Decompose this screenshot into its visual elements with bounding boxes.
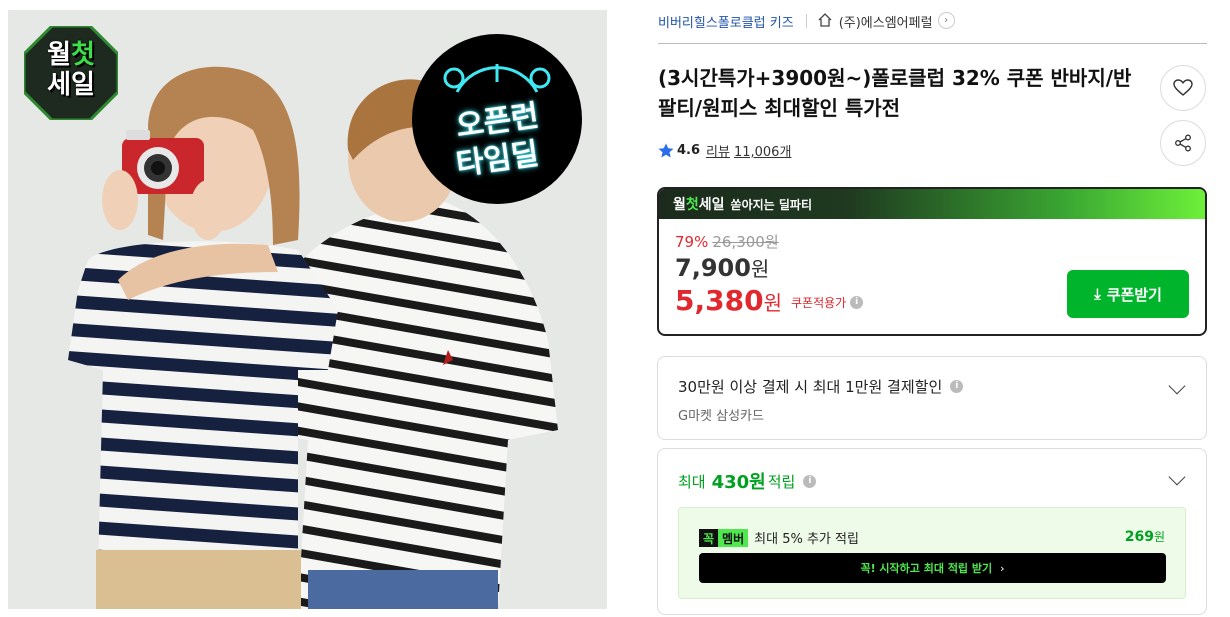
coupon-price-value: 5,380	[675, 284, 764, 317]
badge-left-suffix: 세일	[47, 70, 95, 100]
seller-link[interactable]: (주)에스엠어페럴	[839, 12, 933, 31]
review-link[interactable]: 리뷰 11,006개	[706, 141, 791, 160]
card-discount-panel[interactable]: 30만원 이상 결제 시 최대 1만원 결제할인 i G마켓 삼성카드	[657, 356, 1207, 440]
points-prefix: 최대	[678, 472, 706, 491]
deal-price-box: 월첫세일 쏟아지는 딜파티 79% 26,300원 7,900원 5,380원 쿠…	[657, 187, 1207, 336]
download-icon: ⤓	[1094, 285, 1101, 303]
member-points-value: 269	[1124, 529, 1154, 545]
coupon-label-text: 쿠폰적용가	[791, 296, 847, 310]
member-button-label: 꼭! 시작하고 최대 적립 받기	[860, 562, 993, 575]
open-run-timedeal-badge: 오픈런 타임딜	[412, 34, 582, 204]
chevron-right-icon: ›	[1000, 561, 1005, 575]
points-suffix: 적립	[767, 472, 796, 491]
info-icon[interactable]: i	[950, 380, 964, 393]
deal-logo-prefix: 월	[673, 197, 686, 213]
member-badge-a: 꼭	[699, 528, 719, 547]
review-count: 11,006개	[733, 145, 792, 160]
deal-logo-suffix: 세일	[698, 197, 725, 213]
badge-left-highlight: 첫	[71, 40, 95, 70]
product-title: (3시간특가+3900원~)폴로클럽 32% 쿠폰 반바지/반팔티/원피스 최대…	[658, 66, 1132, 120]
info-icon[interactable]: i	[803, 474, 817, 488]
points-amount: 430원	[711, 472, 766, 493]
card-discount-title: 30만원 이상 결제 시 최대 1만원 결제할인	[678, 378, 943, 396]
original-price: 26,300원	[712, 233, 779, 251]
breadcrumb-divider	[805, 14, 807, 28]
chevron-down-icon[interactable]	[1168, 468, 1186, 486]
share-icon	[1175, 134, 1191, 152]
deal-subtitle: 쏟아지는 딜파티	[730, 197, 813, 212]
review-label: 리뷰	[706, 145, 730, 160]
coupon-button-label: 쿠폰받기	[1106, 285, 1162, 304]
member-start-button[interactable]: 꼭! 시작하고 최대 적립 받기 ›	[699, 553, 1166, 583]
breadcrumb: 비버리힐스폴로클럽 키즈 (주)에스엠어페럴 ›	[658, 12, 1207, 44]
discount-row: 79% 26,300원	[675, 231, 779, 252]
coupon-price: 5,380원	[675, 284, 782, 317]
badge-left-prefix: 월	[47, 40, 71, 70]
sale-price-value: 7,900	[675, 254, 751, 282]
wishlist-button[interactable]	[1160, 65, 1206, 111]
deal-logo-highlight: 첫	[685, 197, 699, 213]
coupon-applied-label: 쿠폰적용가 i	[791, 294, 864, 311]
card-discount-card: G마켓 삼성카드	[678, 409, 764, 424]
points-title-row: 최대 430원 적립 i	[678, 468, 817, 494]
rating-score: 4.6	[677, 143, 701, 158]
rating-row: 4.6 리뷰 11,006개	[658, 141, 791, 160]
member-benefit-row: 꼭 멤버 최대 5% 추가 적립	[699, 528, 859, 547]
chevron-down-icon[interactable]	[1168, 377, 1186, 395]
chevron-right-icon[interactable]: ›	[937, 12, 955, 29]
card-discount-title-row: 30만원 이상 결제 시 최대 1만원 결제할인 i	[678, 376, 964, 397]
coupon-price-currency: 원	[763, 291, 782, 315]
product-image[interactable]: 월첫 세일 오픈런 타임딜	[8, 10, 607, 609]
points-panel: 최대 430원 적립 i 꼭 멤버 최대 5% 추가 적립 269원 꼭! 시작하고 …	[657, 448, 1207, 615]
first-sale-badge: 월첫 세일	[24, 26, 118, 120]
deal-header: 월첫세일 쏟아지는 딜파티	[659, 189, 1205, 219]
member-benefit-text: 최대 5% 추가 적립	[754, 532, 859, 547]
deal-logo: 월첫세일	[673, 194, 725, 214]
brand-link[interactable]: 비버리힐스폴로클럽 키즈	[658, 12, 794, 31]
heart-icon	[1173, 79, 1193, 96]
home-icon	[818, 13, 832, 27]
get-coupon-button[interactable]: ⤓ 쿠폰받기	[1067, 270, 1189, 318]
member-points-amount: 269원	[1125, 528, 1165, 545]
sale-price: 7,900원	[675, 253, 769, 282]
discount-rate: 79%	[675, 233, 709, 251]
sale-price-currency: 원	[750, 257, 770, 281]
member-badge: 꼭 멤버	[699, 528, 749, 547]
member-badge-b: 멤버	[718, 528, 749, 547]
star-icon	[658, 143, 674, 158]
member-benefit-panel: 꼭 멤버 최대 5% 추가 적립 269원 꼭! 시작하고 최대 적립 받기 ›	[678, 507, 1186, 599]
member-points-currency: 원	[1153, 530, 1165, 544]
share-button[interactable]	[1160, 120, 1206, 166]
info-icon[interactable]: i	[850, 296, 864, 309]
